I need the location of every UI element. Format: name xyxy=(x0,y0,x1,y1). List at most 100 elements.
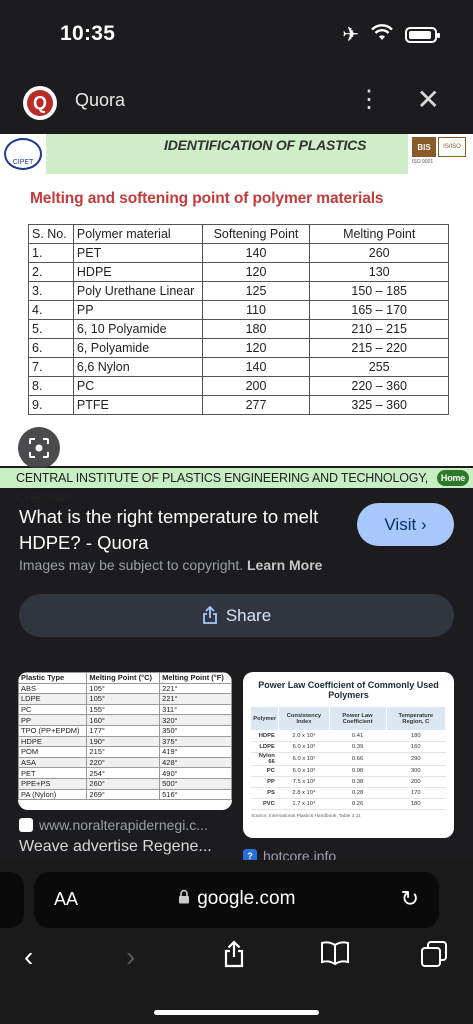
table-cell: PS xyxy=(250,787,279,799)
table-row: LDPE 105° 221° xyxy=(18,693,232,705)
table-cell: 155° xyxy=(86,703,161,716)
iso-text: ISO 9001 xyxy=(412,159,434,165)
table-row: 1. PET 140 260 xyxy=(28,243,449,263)
table-cell: 105° xyxy=(86,693,161,705)
table-cell: PP xyxy=(18,714,88,726)
table-row: PP 7.5 x 10³ 0.38 200 xyxy=(250,776,446,788)
table-cell: 516° xyxy=(159,788,232,801)
table-cell: 221° xyxy=(159,693,232,705)
close-icon[interactable]: ✕ xyxy=(417,86,440,114)
forward-icon[interactable]: › xyxy=(126,940,135,974)
table-header-cell: Melting Point (°F) xyxy=(159,672,232,684)
table-cell: 490° xyxy=(159,767,232,779)
table-row: 5. 6, 10 Polyamide 180 210 – 215 xyxy=(28,319,449,339)
table-row: PA (Nylon) 269° 516° xyxy=(18,788,232,801)
table-cell: PC xyxy=(250,765,279,777)
wifi-icon xyxy=(371,24,393,46)
lock-icon xyxy=(178,889,194,907)
table-cell: Poly Urethane Linear xyxy=(72,281,203,301)
table-cell: TPO (PP+EPDM) xyxy=(18,724,88,737)
image-heading: Melting and softening point of polymer m… xyxy=(30,190,384,207)
table-cell: 350° xyxy=(159,724,232,737)
table-cell: LDPE xyxy=(18,693,88,705)
related-image-2[interactable]: Power Law Coefficient of Commonly Used P… xyxy=(243,672,454,838)
battery-icon xyxy=(405,27,440,43)
table-row: ASA 220° 428° xyxy=(18,756,232,769)
table-cell: 6, 10 Polyamide xyxy=(72,319,203,339)
table-cell: 2.8 x 10⁴ xyxy=(278,787,330,799)
table-row: POM 215° 419° xyxy=(18,746,232,758)
navigation-bar: ‹ › xyxy=(0,940,473,974)
table-header-cell: Plastic Type xyxy=(18,672,88,684)
related-table-2: Polymer Consistency Index Power Law Coef… xyxy=(249,706,447,810)
table-cell: 220° xyxy=(86,756,161,769)
share-page-icon[interactable] xyxy=(223,940,245,976)
home-badge: Home xyxy=(437,470,469,486)
image-footer-strip: CENTRAL INSTITUTE OF PLASTICS ENGINEERIN… xyxy=(0,468,473,505)
cipet-seal: CIPET xyxy=(4,138,42,170)
table-cell: 2.0 x 10⁴ xyxy=(278,730,330,742)
table-cell: 0.28 xyxy=(329,787,387,799)
table-cell: PP xyxy=(72,300,203,320)
table-row: PET 254° 490° xyxy=(18,767,232,779)
result-title[interactable]: What is the right temperature to melt HD… xyxy=(19,504,339,556)
back-icon[interactable]: ‹ xyxy=(24,940,33,974)
lens-icon xyxy=(29,438,49,458)
image-banner-title: IDENTIFICATION OF PLASTICS xyxy=(164,137,367,153)
table-cell: 260° xyxy=(86,777,161,790)
learn-more-link[interactable]: Learn More xyxy=(247,557,322,573)
table-cell: 4. xyxy=(28,300,74,320)
home-indicator[interactable] xyxy=(154,1010,319,1015)
table-header-cell: Melting Point xyxy=(309,224,449,244)
table-cell: 6.0 x 10³ xyxy=(278,765,330,777)
table-cell: HDPE xyxy=(72,262,203,282)
related-source-1[interactable]: www.noralterapidernegi.c... xyxy=(19,817,208,833)
table-cell: 6. xyxy=(28,338,74,358)
related-table-title: Power Law Coefficient of Commonly Used P… xyxy=(258,680,439,700)
table-cell: 320° xyxy=(159,714,232,726)
table-row: HDPE 190° 375° xyxy=(18,735,232,748)
table-cell: 160° xyxy=(86,714,161,726)
url-display[interactable]: google.com xyxy=(34,888,439,910)
previous-tab-edge[interactable] xyxy=(0,872,24,928)
address-bar[interactable]: AA google.com ↻ xyxy=(34,872,439,928)
status-time: 10:35 xyxy=(60,22,116,45)
table-row: 3. Poly Urethane Linear 125 150 – 185 xyxy=(28,281,449,301)
table-cell: Nylon 66 xyxy=(250,752,279,766)
table-cell: 210 – 215 xyxy=(309,319,449,339)
table-cell: 105° xyxy=(86,682,161,695)
lens-search-button[interactable] xyxy=(18,427,60,469)
table-header-cell: Polymer xyxy=(249,706,280,731)
visit-button[interactable]: Visit › xyxy=(357,503,454,546)
related-image-1[interactable]: Plastic Type Melting Point (°C) Melting … xyxy=(18,672,232,810)
cipet-logo: CIPET xyxy=(0,134,46,174)
table-header-cell: Power Law Coefficient xyxy=(328,706,387,731)
tabs-icon[interactable] xyxy=(420,940,448,978)
table-cell: 1. xyxy=(28,243,74,263)
bookmarks-icon[interactable] xyxy=(320,940,350,974)
table-header-cell: Consistency Index xyxy=(278,706,330,731)
table-cell: PC xyxy=(72,376,203,396)
quora-logo-letter: Q xyxy=(27,90,53,116)
table-cell: 269° xyxy=(86,788,161,801)
table-row: PP 160° 320° xyxy=(18,714,232,726)
table-cell: PA (Nylon) xyxy=(18,788,88,801)
site-name[interactable]: Quora xyxy=(75,90,125,111)
status-icons: ✈ xyxy=(342,24,440,46)
related-title[interactable]: Weave advertise Regene... xyxy=(19,838,212,856)
share-button[interactable]: Share xyxy=(19,594,454,637)
table-cell: 0.66 xyxy=(329,752,387,766)
table-cell: 221° xyxy=(159,682,232,695)
result-image[interactable]: CIPET IDENTIFICATION OF PLASTICS BIS IS/… xyxy=(0,134,473,466)
table-cell: 5. xyxy=(28,319,74,339)
table-cell: 120 xyxy=(201,262,311,282)
table-cell: 190° xyxy=(86,735,161,748)
table-cell: 6, Polyamide xyxy=(72,338,203,358)
reload-icon[interactable]: ↻ xyxy=(401,886,419,912)
more-options-icon[interactable]: ⋮ xyxy=(357,88,381,112)
table-cell: 6.0 x 10² xyxy=(278,752,330,766)
chevron-right-icon: › xyxy=(420,514,427,534)
table-cell: PET xyxy=(72,243,203,263)
table-row: Nylon 66 6.0 x 10² 0.66 290 xyxy=(250,752,446,766)
result-header: Q Quora ⋮ ✕ xyxy=(0,78,473,126)
